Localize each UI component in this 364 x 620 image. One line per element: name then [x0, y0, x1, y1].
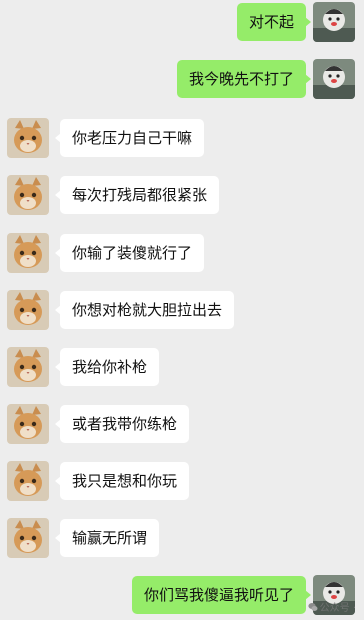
watermark: 公众号 · [308, 599, 356, 614]
message-row: 输赢无所谓 [0, 516, 364, 562]
message-bubble[interactable]: 每次打残局都很紧张 [54, 176, 220, 214]
cat-avatar-icon[interactable] [7, 290, 49, 330]
message-bubble[interactable]: 你们骂我傻逼我听见了 [131, 576, 312, 614]
cat-avatar-icon[interactable] [7, 404, 49, 444]
message-bubble[interactable]: 或者我带你练枪 [54, 405, 190, 443]
message-row: 或者我带你练枪 [0, 402, 364, 448]
message-row: 我只是想和你玩 [0, 459, 364, 505]
message-row: 你老压力自己干嘛 [0, 116, 364, 162]
message-row: 我给你补枪 [0, 345, 364, 391]
message-bubble[interactable]: 你老压力自己干嘛 [54, 119, 205, 157]
watermark-text: 公众号 · [319, 603, 356, 614]
message-row: 你想对枪就大胆拉出去 [0, 288, 364, 334]
wechat-icon [308, 602, 318, 612]
cat-avatar-icon[interactable] [7, 175, 49, 215]
message-row: 你输了装傻就行了 [0, 231, 364, 277]
message-row: 对不起 [0, 0, 364, 46]
message-row: 每次打残局都很紧张 [0, 173, 364, 219]
chat-window: 对不起 我今晚先不打了 你老压力自己干嘛 每次打残局都很紧张 你输了装傻就行了 [0, 0, 364, 620]
cat-avatar-icon[interactable] [7, 518, 49, 558]
message-bubble[interactable]: 输赢无所谓 [54, 519, 160, 557]
message-bubble[interactable]: 你想对枪就大胆拉出去 [54, 291, 235, 329]
message-bubble[interactable]: 你输了装傻就行了 [54, 234, 205, 272]
message-bubble[interactable]: 我只是想和你玩 [54, 462, 190, 500]
cat-avatar-icon[interactable] [7, 233, 49, 273]
message-bubble[interactable]: 我今晚先不打了 [176, 60, 312, 98]
friend-avatar-icon[interactable] [313, 59, 355, 99]
cat-avatar-icon[interactable] [7, 118, 49, 158]
message-bubble[interactable]: 对不起 [236, 3, 312, 41]
cat-avatar-icon[interactable] [7, 461, 49, 501]
message-bubble[interactable]: 我给你补枪 [54, 348, 160, 386]
friend-avatar-icon[interactable] [313, 2, 355, 42]
cat-avatar-icon[interactable] [7, 347, 49, 387]
message-row: 我今晚先不打了 [0, 57, 364, 103]
